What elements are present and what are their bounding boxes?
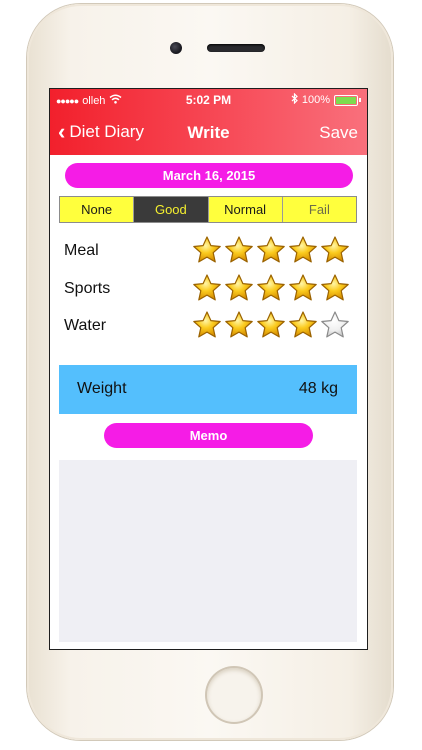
- star-filled-icon[interactable]: [224, 235, 254, 270]
- front-camera: [170, 42, 182, 54]
- segment-normal[interactable]: Normal: [208, 197, 283, 222]
- star-filled-icon[interactable]: [288, 273, 318, 308]
- rating-row-sports: Sports: [64, 273, 354, 307]
- star-filled-icon[interactable]: [320, 235, 350, 270]
- star-filled-icon[interactable]: [256, 235, 286, 270]
- rating-label: Meal: [64, 242, 99, 259]
- segment-none[interactable]: None: [60, 197, 135, 222]
- star-filled-icon[interactable]: [192, 235, 222, 270]
- star-filled-icon[interactable]: [224, 310, 254, 345]
- memo-text-area[interactable]: [59, 460, 357, 642]
- rating-row-meal: Meal: [64, 235, 354, 269]
- star-filled-icon[interactable]: [192, 310, 222, 345]
- star-rating: [192, 235, 350, 270]
- nav-bar: ‹ Diet Diary Write Save: [50, 113, 367, 153]
- rating-row-water: Water: [64, 310, 354, 344]
- segment-fail[interactable]: Fail: [282, 197, 356, 222]
- star-filled-icon[interactable]: [288, 235, 318, 270]
- star-filled-icon[interactable]: [192, 273, 222, 308]
- star-filled-icon[interactable]: [288, 310, 318, 345]
- date-button[interactable]: March 16, 2015: [65, 163, 353, 188]
- save-button[interactable]: Save: [319, 123, 358, 143]
- memo-button[interactable]: Memo: [104, 423, 313, 448]
- star-filled-icon[interactable]: [256, 273, 286, 308]
- header: ●●●●● olleh 5:02 PM 100% ‹ Diet Diary Wr…: [50, 89, 367, 155]
- app-screen: ●●●●● olleh 5:02 PM 100% ‹ Diet Diary Wr…: [49, 88, 368, 650]
- home-button[interactable]: [207, 668, 261, 722]
- star-rating: [192, 310, 350, 345]
- weight-row[interactable]: Weight 48 kg: [59, 365, 357, 414]
- status-segmented-control: None Good Normal Fail: [59, 196, 357, 223]
- rating-label: Water: [64, 317, 107, 334]
- star-filled-icon[interactable]: [320, 273, 350, 308]
- segment-good[interactable]: Good: [134, 197, 209, 222]
- battery-tip: [359, 98, 361, 102]
- weight-value: 48 kg: [298, 380, 338, 397]
- status-bar: ●●●●● olleh 5:02 PM 100%: [50, 89, 367, 111]
- star-filled-icon[interactable]: [224, 273, 254, 308]
- star-empty-icon[interactable]: [320, 310, 350, 345]
- battery-icon: [334, 94, 358, 106]
- star-rating: [192, 273, 350, 308]
- rating-label: Sports: [64, 279, 111, 297]
- bluetooth-icon: [291, 92, 298, 107]
- weight-label: Weight: [77, 380, 127, 397]
- earpiece-speaker: [207, 44, 265, 52]
- battery-percent: 100%: [301, 94, 330, 106]
- star-filled-icon[interactable]: [256, 310, 286, 345]
